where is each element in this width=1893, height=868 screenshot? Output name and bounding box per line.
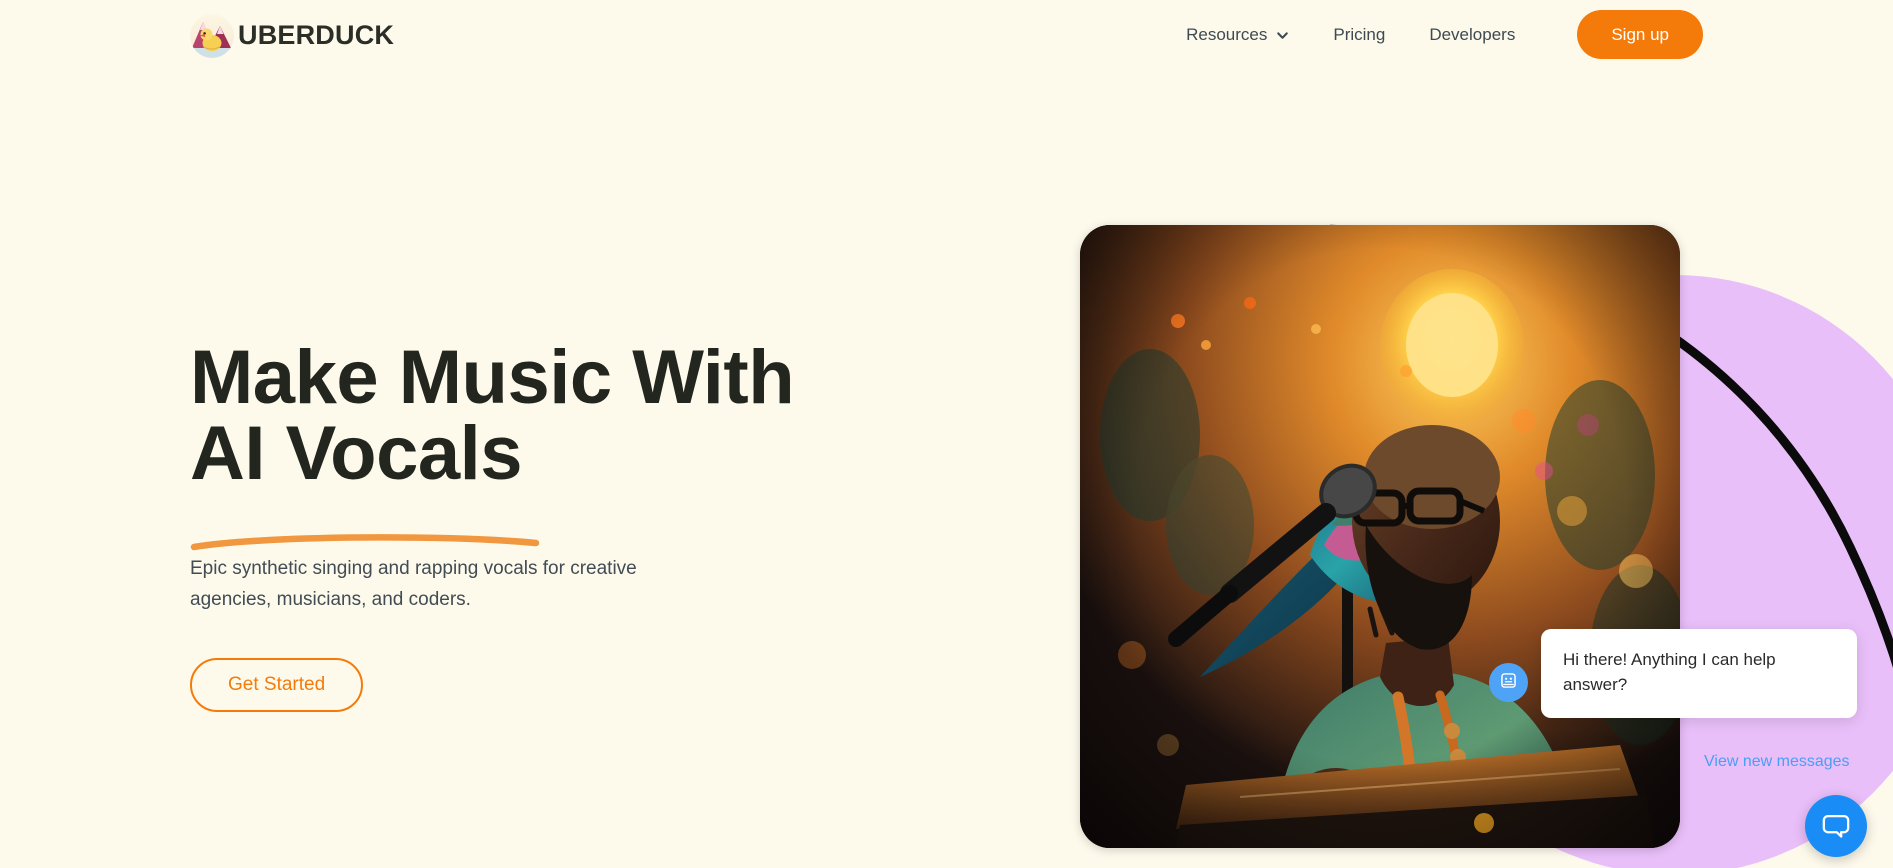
hero-title-line-2: AI Vocals <box>190 411 523 496</box>
duck-mountain-logo-icon <box>190 14 234 58</box>
hero-subtitle: Epic synthetic singing and rapping vocal… <box>190 558 637 610</box>
site-header: UBERDUCK Resources Pricing Developers Si… <box>0 0 1893 80</box>
chat-message-text: Hi there! Anything I can help answer? <box>1563 650 1776 694</box>
hero-image <box>1080 225 1680 848</box>
hero-section: Make Music With AI Vocals Epic synthetic… <box>190 340 890 712</box>
chat-avatar[interactable] <box>1489 663 1528 702</box>
hero-artwork <box>1080 224 1893 868</box>
get-started-button[interactable]: Get Started <box>190 657 364 712</box>
hero-title-line-1: Make Music With <box>190 335 795 420</box>
brand-name: UBERDUCK <box>238 19 395 50</box>
chat-launcher-button[interactable] <box>1805 795 1867 857</box>
nav-item-resources[interactable]: Resources <box>1164 15 1311 55</box>
nav-item-resources-label: Resources <box>1186 24 1268 44</box>
chat-message-bubble[interactable]: Hi there! Anything I can help answer? <box>1541 629 1857 719</box>
view-new-messages-link[interactable]: View new messages <box>1704 753 1850 771</box>
nav-item-pricing-label: Pricing <box>1333 24 1386 44</box>
main-navigation: Resources Pricing Developers Sign up <box>1164 10 1703 59</box>
brand-logo-link[interactable]: UBERDUCK <box>190 14 394 58</box>
speech-bubble-icon <box>1821 810 1851 843</box>
sign-up-button[interactable]: Sign up <box>1577 10 1703 59</box>
nav-item-developers[interactable]: Developers <box>1407 15 1537 55</box>
page-title: Make Music With AI Vocals <box>190 340 890 551</box>
nav-item-developers-label: Developers <box>1429 24 1516 44</box>
nav-item-pricing[interactable]: Pricing <box>1311 15 1407 55</box>
chevron-down-icon <box>1276 29 1289 42</box>
underline-swoosh-icon <box>190 534 540 551</box>
bot-face-icon <box>1498 670 1519 696</box>
